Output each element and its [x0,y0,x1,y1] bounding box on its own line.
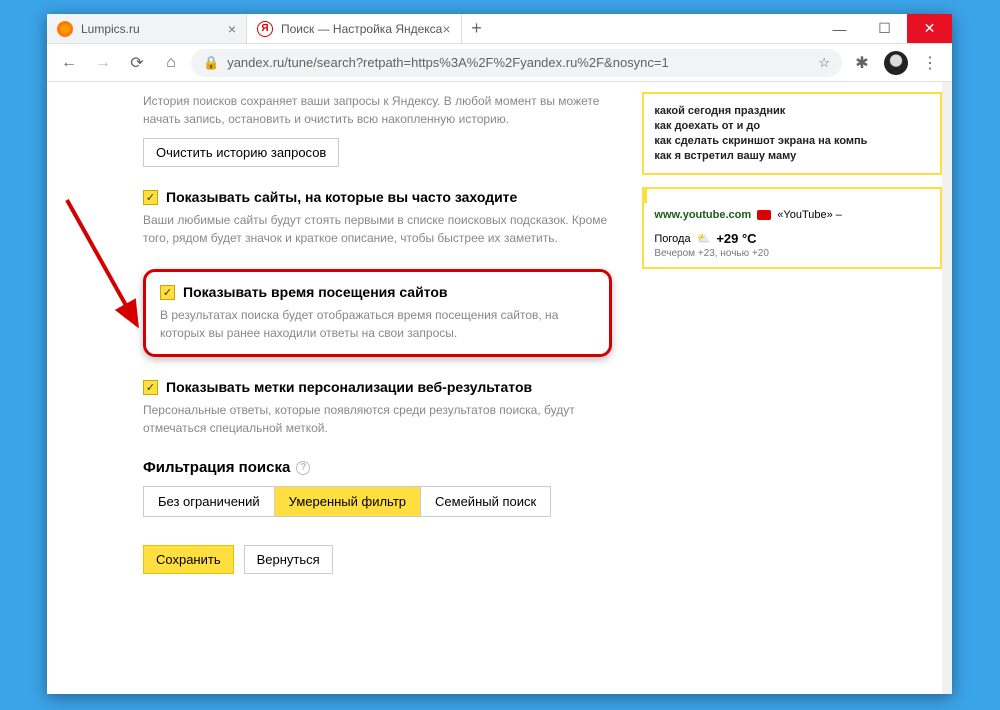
filter-option-family[interactable]: Семейный поиск [421,487,550,516]
favicon-lumpics [57,21,73,37]
tab-title: Поиск — Настройка Яндекса [281,22,442,36]
filter-section: Фильтрация поиска ? Без ограничений Умер… [143,459,612,517]
suggestions-preview: какой сегодня праздник как доехать от и … [642,92,942,175]
close-window-button[interactable]: ✕ [907,14,952,43]
url-field[interactable]: 🔒 yandex.ru/tune/search?retpath=https%3A… [191,49,842,77]
option-description: Персональные ответы, которые появляются … [143,401,612,437]
option-personalization-marks: ✓ Показывать метки персонализации веб-ре… [143,379,612,437]
extensions-icon[interactable]: ✱ [848,49,876,77]
main-column: История поисков сохраняет ваши запросы к… [143,92,612,694]
menu-icon[interactable]: ⋮ [916,49,944,77]
tab-yandex-settings[interactable]: Я Поиск — Настройка Яндекса × [247,14,462,43]
back-button[interactable]: Вернуться [244,545,333,574]
checkbox-frequent-sites[interactable]: ✓ [143,190,158,205]
reload-button[interactable]: ⟳ [123,49,151,77]
forward-button[interactable]: → [89,49,117,77]
weather-forecast: Вечером +23, ночью +20 [654,248,930,259]
preview-name: «YouTube» – [777,209,842,221]
filter-option-moderate[interactable]: Умеренный фильтр [275,487,421,516]
suggestion-item: как я встретил вашу маму [654,150,930,162]
suggestion-item: какой сегодня праздник [654,105,930,117]
checkbox-personalization[interactable]: ✓ [143,380,158,395]
page-content: История поисков сохраняет ваши запросы к… [47,82,952,694]
back-button[interactable]: ← [55,49,83,77]
action-buttons: Сохранить Вернуться [143,545,612,574]
tab-lumpics[interactable]: Lumpics.ru × [47,14,247,43]
tab-title: Lumpics.ru [81,22,140,36]
close-icon[interactable]: × [442,21,450,37]
site-preview: www.youtube.com «YouTube» – Погода ⛅ +29… [642,187,942,269]
sidebar: какой сегодня праздник как доехать от и … [642,92,942,694]
preview-url: www.youtube.com [654,209,751,221]
weather-label: Погода [654,233,690,245]
youtube-icon [757,210,771,220]
option-visit-time: ✓ Показывать время посещения сайтов В ре… [143,269,612,357]
clear-history-button[interactable]: Очистить историю запросов [143,138,339,167]
help-icon[interactable]: ? [296,461,310,475]
profile-avatar[interactable] [882,49,910,77]
minimize-button[interactable]: — [817,14,862,43]
checkbox-label: Показывать время посещения сайтов [183,284,448,300]
checkbox-label: Показывать сайты, на которые вы часто за… [166,189,517,205]
weather-row: Погода ⛅ +29 °C [654,231,930,246]
new-tab-button[interactable]: + [462,14,492,43]
window-controls: — ☐ ✕ [817,14,952,43]
checkbox-label: Показывать метки персонализации веб-резу… [166,379,532,395]
star-icon[interactable]: ☆ [818,55,830,71]
maximize-button[interactable]: ☐ [862,14,907,43]
address-bar: ← → ⟳ ⌂ 🔒 yandex.ru/tune/search?retpath=… [47,44,952,82]
close-icon[interactable]: × [228,21,236,37]
history-description: История поисков сохраняет ваши запросы к… [143,92,612,128]
weather-icon: ⛅ [697,232,711,245]
suggestion-item: как доехать от и до [654,120,930,132]
filter-option-none[interactable]: Без ограничений [144,487,275,516]
filter-heading: Фильтрация поиска ? [143,459,612,476]
option-description: Ваши любимые сайты будут стоять первыми … [143,211,612,247]
favicon-yandex: Я [257,21,273,37]
checkbox-visit-time[interactable]: ✓ [160,285,175,300]
home-button[interactable]: ⌂ [157,49,185,77]
scrollbar[interactable] [942,82,952,694]
url-text: yandex.ru/tune/search?retpath=https%3A%2… [227,55,669,70]
titlebar: Lumpics.ru × Я Поиск — Настройка Яндекса… [47,14,952,44]
save-button[interactable]: Сохранить [143,545,234,574]
weather-temp: +29 °C [716,231,756,246]
suggestion-item: как сделать скриншот экрана на компь [654,135,930,147]
lock-icon: 🔒 [203,55,219,71]
option-description: В результатах поиска будет отображаться … [160,306,595,342]
option-frequent-sites: ✓ Показывать сайты, на которые вы часто … [143,189,612,247]
browser-window: Lumpics.ru × Я Поиск — Настройка Яндекса… [47,14,952,694]
filter-segment: Без ограничений Умеренный фильтр Семейны… [143,486,551,517]
